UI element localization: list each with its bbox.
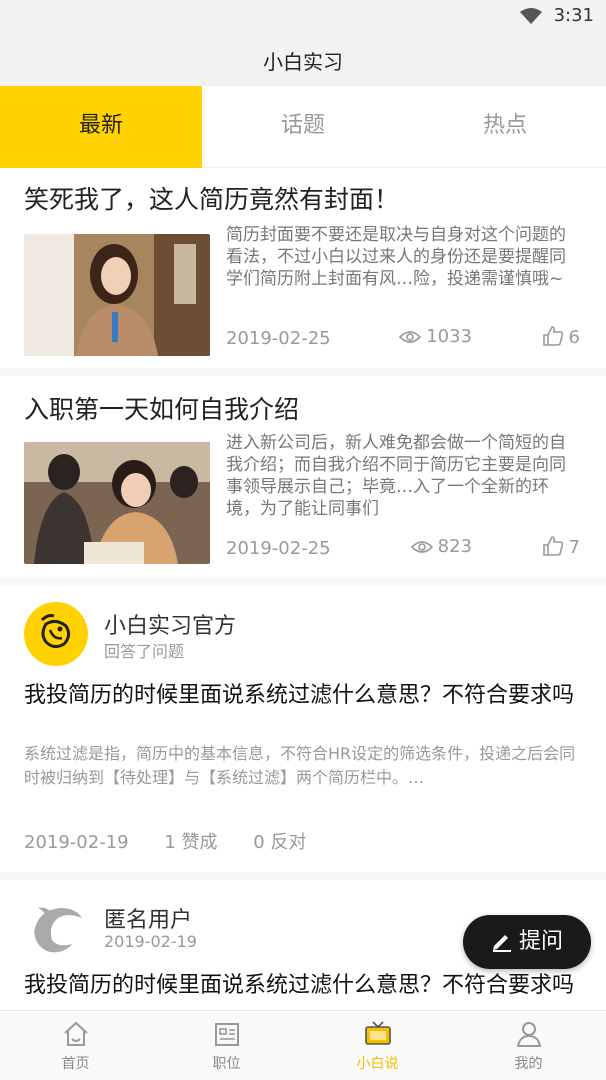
nav-jobs[interactable]: 职位 xyxy=(151,1011,302,1080)
tab-topics[interactable]: 话题 xyxy=(202,86,404,168)
answer-excerpt: 系统过滤是指，简历中的基本信息，不符合HR设定的筛选条件，投递之后会同时被归纳到… xyxy=(24,744,576,787)
nav-label: 小白说 xyxy=(356,1056,399,1072)
article-title: 笑死我了，这人简历竟然有封面！ xyxy=(24,185,400,214)
oppose-count[interactable]: 0 反对 xyxy=(253,832,306,853)
view-count-value: 1033 xyxy=(426,326,472,347)
user-icon xyxy=(516,1022,541,1047)
nav-xiaobai-says[interactable]: 小白说 xyxy=(302,1011,453,1080)
page-title: 小白实习 xyxy=(263,50,343,74)
article-date: 2019-02-25 xyxy=(226,538,331,559)
view-count: 823 xyxy=(410,536,472,557)
answer-footer: 2019-02-19 1 赞成 0 反对 xyxy=(24,828,336,854)
answer-card[interactable]: 小白实习官方 回答了问题 我投简历的时候里面说系统过滤什么意思？不符合要求吗 系… xyxy=(0,586,606,880)
nav-home[interactable]: 首页 xyxy=(0,1011,151,1080)
app-bar: 小白实习 xyxy=(0,32,606,86)
article-card[interactable]: 笑死我了，这人简历竟然有封面！ 简历封面要不要还是取决与自身对这个问题的看法，不… xyxy=(0,168,606,376)
tab-latest[interactable]: 最新 xyxy=(0,86,202,168)
tab-bar: 最新 话题 热点 xyxy=(0,86,606,168)
briefcase-icon xyxy=(214,1023,239,1046)
user-name: 匿名用户 xyxy=(104,908,193,933)
like-count[interactable]: 6 xyxy=(542,326,580,348)
user-action: 回答了问题 xyxy=(104,642,185,661)
nav-label: 职位 xyxy=(212,1056,241,1072)
answer-date: 2019-02-19 xyxy=(24,832,129,853)
nav-mine[interactable]: 我的 xyxy=(453,1011,604,1080)
like-count-value: 6 xyxy=(568,327,580,348)
eye-icon xyxy=(399,331,422,343)
like-count[interactable]: 7 xyxy=(542,536,580,558)
article-title: 入职第一天如何自我介绍 xyxy=(24,395,300,424)
article-excerpt: 进入新公司后，新人难免都会做一个简短的自我介绍；而自我介绍不同于简历它主要是向同… xyxy=(226,433,566,519)
status-time: 3:31 xyxy=(553,5,594,26)
tv-icon xyxy=(364,1021,391,1045)
ask-button-label: 提问 xyxy=(518,929,563,954)
answer-date: 2019-02-19 xyxy=(104,932,197,951)
wifi-icon xyxy=(520,8,542,24)
view-count-value: 823 xyxy=(437,536,472,557)
thumbs-up-icon xyxy=(542,536,563,556)
anonymous-avatar xyxy=(24,896,88,960)
article-thumbnail xyxy=(24,442,210,564)
article-thumbnail xyxy=(24,234,210,356)
like-count-value: 7 xyxy=(568,537,580,558)
bottom-nav: 首页 职位 小白说 我的 xyxy=(0,1010,606,1080)
question-title: 我投简历的时候里面说系统过滤什么意思？不符合要求吗 xyxy=(24,683,575,708)
home-icon xyxy=(63,1021,88,1046)
article-card[interactable]: 入职第一天如何自我介绍 进入新公司后，新人难免都会做一个简短的自我介绍；而自我介… xyxy=(0,376,606,586)
article-date: 2019-02-25 xyxy=(226,328,331,349)
agree-count[interactable]: 1 赞成 xyxy=(164,832,217,853)
status-bar: 3:31 xyxy=(0,0,606,32)
thumbs-up-icon xyxy=(542,326,563,346)
article-excerpt: 简历封面要不要还是取决与自身对这个问题的看法，不过小白以过来人的身份还是要提醒同… xyxy=(226,225,566,289)
nav-label: 我的 xyxy=(514,1056,543,1072)
user-name: 小白实习官方 xyxy=(104,614,237,639)
eye-icon xyxy=(410,541,433,553)
tab-hot[interactable]: 热点 xyxy=(404,86,606,168)
feed-list[interactable]: 笑死我了，这人简历竟然有封面！ 简历封面要不要还是取决与自身对这个问题的看法，不… xyxy=(0,168,606,1010)
question-title: 我投简历的时候里面说系统过滤什么意思？不符合要求吗 xyxy=(24,973,575,998)
view-count: 1033 xyxy=(399,326,472,347)
ask-question-button[interactable]: 提问 xyxy=(463,915,591,969)
pencil-icon xyxy=(492,935,511,952)
official-avatar xyxy=(24,602,88,666)
nav-label: 首页 xyxy=(61,1056,90,1072)
